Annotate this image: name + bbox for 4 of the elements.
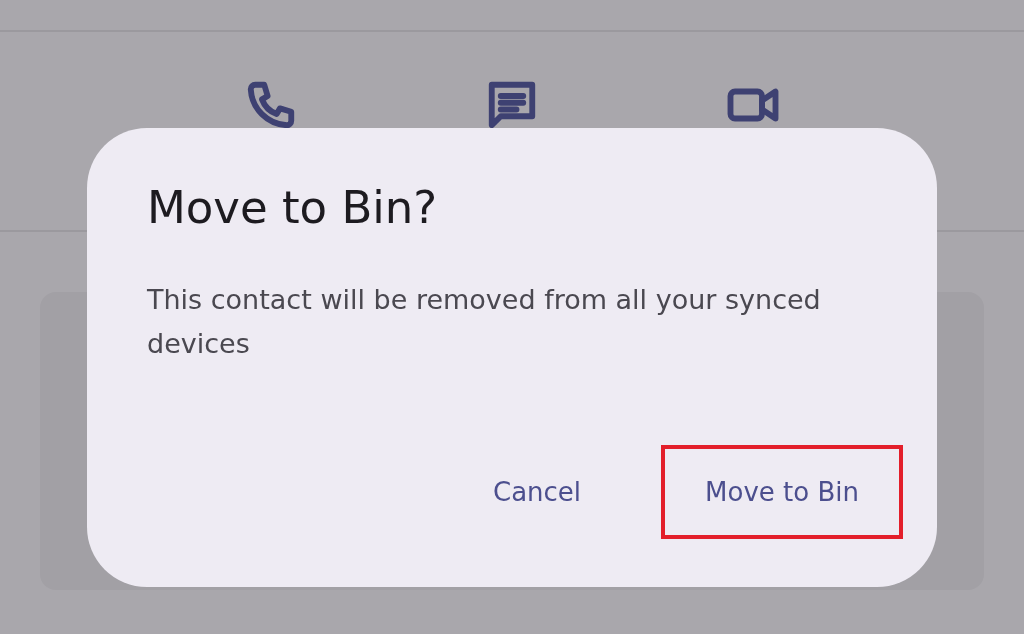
highlighted-button[interactable]: Move to Bin: [661, 445, 903, 539]
dialog-title: Move to Bin?: [147, 180, 439, 236]
dialog-message: This contact will be removed from all your synced devices: [147, 283, 822, 361]
dialog-button[interactable]: Cancel: [449, 445, 626, 539]
